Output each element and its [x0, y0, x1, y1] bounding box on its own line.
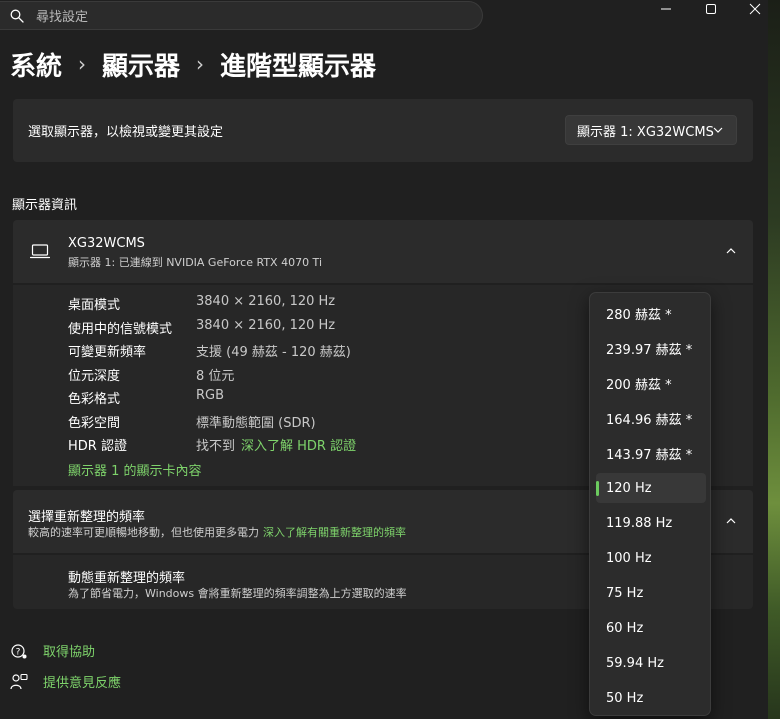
detail-value: 標準動態範圍 (SDR): [196, 416, 316, 431]
detail-row: HDR 認證 找不到 深入了解 HDR 認證: [68, 435, 356, 454]
breadcrumb-separator: ›: [196, 52, 205, 76]
breadcrumb-separator: ›: [78, 52, 87, 76]
detail-key: 色彩格式: [68, 392, 121, 407]
rate-option[interactable]: 75 Hz: [596, 578, 706, 608]
breadcrumb-display[interactable]: 顯示器: [102, 46, 180, 83]
breadcrumb-system[interactable]: 系統: [10, 46, 62, 83]
dynamic-refresh-description: 為了節省電力，Windows 會將重新整理的頻率調整為上方選取的速率: [68, 587, 407, 600]
chevron-up-icon: [726, 248, 736, 254]
desktop-wallpaper-strip: [768, 0, 780, 719]
detail-value: 找不到: [196, 439, 236, 454]
detail-value: RGB: [196, 388, 225, 403]
refresh-rate-learn-more-link[interactable]: 深入了解有關重新整理的頻率: [263, 526, 406, 539]
help-icon: ?: [11, 643, 27, 658]
settings-window: 尋找設定 系統 › 顯示器 › 進階型顯示器 選取顯示器，以檢視或變更其設定 顯…: [0, 0, 780, 719]
monitor-info-header[interactable]: XG32WCMS 顯示器 1: 已連線到 NVIDIA GeForce RTX …: [13, 220, 753, 283]
maximize-icon: [706, 4, 716, 14]
refresh-rate-menu: 280 赫茲 * 239.97 赫茲 * 200 赫茲 * 164.96 赫茲 …: [589, 292, 711, 716]
rate-option[interactable]: 119.88 Hz: [596, 508, 706, 538]
rate-option[interactable]: 200 赫茲 *: [596, 368, 706, 398]
dynamic-refresh-title: 動態重新整理的頻率: [68, 571, 186, 586]
detail-value: 3840 × 2160, 120 Hz: [196, 318, 336, 333]
detail-row: 桌面模式 3840 × 2160, 120 Hz: [68, 294, 336, 313]
refresh-rate-title: 選擇重新整理的頻率: [28, 510, 146, 525]
detail-value: 3840 × 2160, 120 Hz: [196, 294, 336, 309]
chevron-down-icon: [713, 127, 723, 133]
feedback-link[interactable]: 提供意見反應: [10, 672, 121, 691]
refresh-rate-description: 較高的速率可更順暢地移動，但也使用更多電力 深入了解有關重新整理的頻率: [28, 524, 406, 540]
search-icon: [10, 9, 24, 23]
rate-option-label: 120 Hz: [606, 480, 652, 496]
section-title: 顯示器資訊: [12, 198, 78, 213]
close-icon: [749, 3, 761, 15]
hdr-learn-more-link[interactable]: 深入了解 HDR 認證: [241, 435, 356, 454]
rate-option[interactable]: 280 赫茲 *: [596, 298, 706, 328]
monitor-subtitle: 顯示器 1: 已連線到 NVIDIA GeForce RTX 4070 Ti: [68, 256, 322, 269]
selection-indicator: [596, 481, 599, 496]
minimize-icon: [661, 8, 671, 10]
svg-text:?: ?: [16, 647, 21, 657]
detail-value: 支援 (49 赫茲 - 120 赫茲): [196, 345, 351, 360]
get-help-link[interactable]: ? 取得協助: [10, 641, 95, 660]
display-select-card: 選取顯示器，以檢視或變更其設定 顯示器 1: XG32WCMS: [13, 99, 753, 162]
detail-key: HDR 認證: [68, 439, 127, 454]
rate-option[interactable]: 143.97 赫茲 *: [596, 438, 706, 468]
chevron-up-icon: [726, 518, 736, 524]
rate-option[interactable]: 239.97 赫茲 *: [596, 333, 706, 363]
rate-option[interactable]: 164.96 赫茲 *: [596, 403, 706, 433]
get-help-label: 取得協助: [43, 645, 96, 660]
rate-option[interactable]: 60 Hz: [596, 613, 706, 643]
gpu-properties-link[interactable]: 顯示器 1 的顯示卡內容: [68, 460, 202, 479]
minimize-button[interactable]: [656, 0, 676, 18]
page-title: 進階型顯示器: [220, 51, 377, 82]
display-select-label: 選取顯示器，以檢視或變更其設定: [28, 125, 224, 140]
rate-option-selected[interactable]: 120 Hz: [596, 473, 706, 503]
detail-value: 8 位元: [196, 369, 235, 384]
rate-option[interactable]: 50 Hz: [596, 683, 706, 713]
feedback-label: 提供意見反應: [43, 676, 122, 691]
breadcrumb: 系統 › 顯示器 › 進階型顯示器: [10, 44, 376, 84]
detail-row: 色彩空間 標準動態範圍 (SDR): [68, 412, 316, 431]
detail-row: 色彩格式 RGB: [68, 388, 225, 407]
rate-option[interactable]: 59.94 Hz: [596, 648, 706, 678]
refresh-rate-description-text: 較高的速率可更順暢地移動，但也使用更多電力: [28, 526, 259, 539]
rate-option[interactable]: 100 Hz: [596, 543, 706, 573]
close-button[interactable]: [745, 0, 765, 18]
laptop-icon: [30, 244, 50, 259]
detail-key: 使用中的信號模式: [68, 322, 173, 337]
detail-row: 使用中的信號模式 3840 × 2160, 120 Hz: [68, 318, 336, 337]
search-box[interactable]: 尋找設定: [0, 1, 483, 30]
display-select-dropdown[interactable]: 顯示器 1: XG32WCMS: [565, 115, 737, 145]
display-select-value: 顯示器 1: XG32WCMS: [577, 124, 714, 140]
detail-row: 可變更新頻率 支援 (49 赫茲 - 120 赫茲): [68, 341, 351, 360]
maximize-button[interactable]: [701, 0, 721, 18]
detail-row: 位元深度 8 位元: [68, 365, 235, 384]
detail-key: 色彩空間: [68, 416, 121, 431]
detail-key: 可變更新頻率: [68, 345, 147, 360]
detail-key: 位元深度: [68, 369, 121, 384]
feedback-icon: [10, 673, 28, 689]
search-placeholder: 尋找設定: [36, 10, 89, 25]
monitor-name: XG32WCMS: [68, 236, 145, 251]
detail-key: 桌面模式: [68, 298, 121, 313]
